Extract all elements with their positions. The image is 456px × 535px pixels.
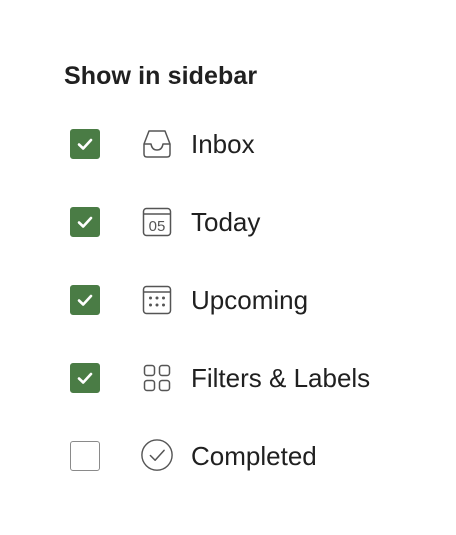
- filters-labels-checkbox[interactable]: [70, 363, 100, 393]
- sidebar-option-today[interactable]: 05 Today: [70, 205, 430, 239]
- checkmark-icon: [77, 138, 93, 150]
- inbox-label: Inbox: [191, 129, 255, 159]
- sidebar-option-inbox[interactable]: Inbox: [70, 127, 430, 161]
- inbox-checkbox[interactable]: [70, 129, 100, 159]
- checkmark-icon: [77, 294, 93, 306]
- filters-labels-label: Filters & Labels: [191, 363, 371, 393]
- inbox-icon: [140, 127, 174, 161]
- calendar-today-icon: 05: [140, 205, 174, 239]
- today-label: Today: [191, 207, 261, 237]
- checkmark-icon: [77, 372, 93, 384]
- upcoming-label: Upcoming: [191, 285, 309, 315]
- calendar-day-text: 05: [149, 218, 166, 235]
- checkmark-icon: [77, 216, 93, 228]
- calendar-upcoming-icon: [140, 283, 174, 317]
- sidebar-option-filters-labels[interactable]: Filters & Labels: [70, 361, 430, 395]
- section-title: Show in sidebar: [64, 62, 258, 90]
- grid-icon: [140, 361, 174, 395]
- upcoming-checkbox[interactable]: [70, 285, 100, 315]
- sidebar-option-completed[interactable]: Completed: [70, 439, 430, 473]
- today-checkbox[interactable]: [70, 207, 100, 237]
- completed-checkbox[interactable]: [70, 441, 100, 471]
- completed-label: Completed: [191, 441, 317, 471]
- sidebar-settings-panel: Show in sidebar Inbox 05 Today Upcoming …: [0, 0, 456, 535]
- sidebar-option-upcoming[interactable]: Upcoming: [70, 283, 430, 317]
- check-circle-icon: [140, 439, 174, 473]
